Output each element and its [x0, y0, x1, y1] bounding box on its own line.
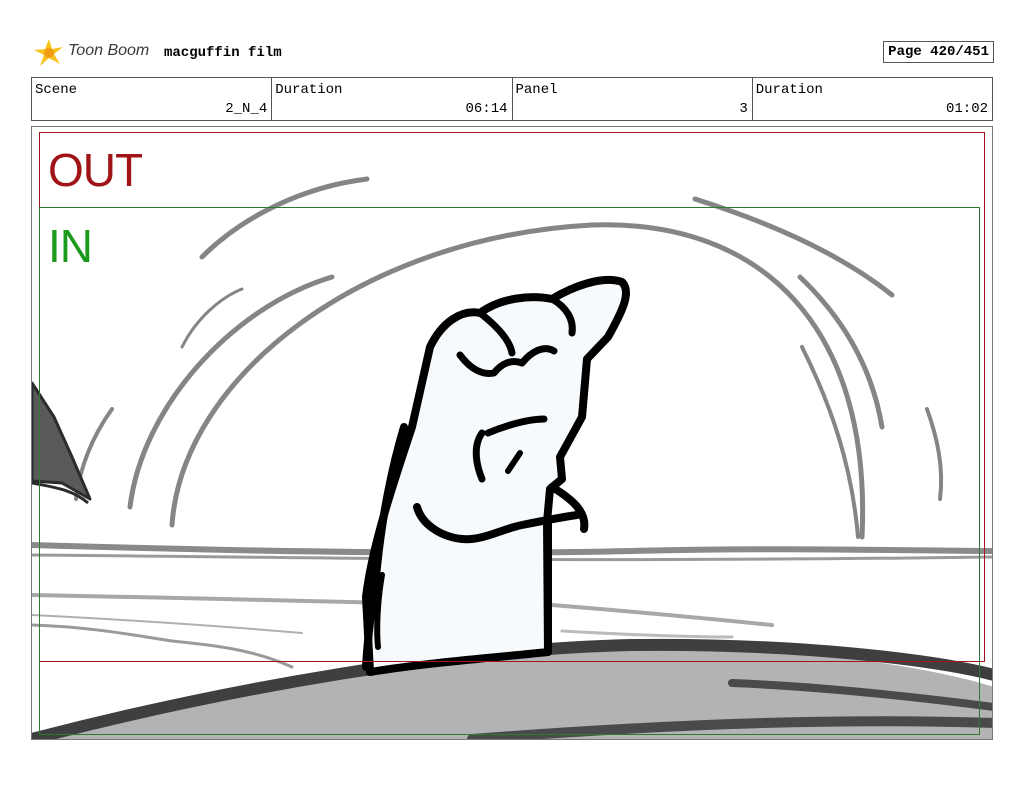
scene-label: Scene — [35, 82, 78, 98]
project-title: macguffin film — [164, 45, 282, 61]
logo-text: Toon Boom — [68, 42, 150, 59]
panel-cell: Panel 3 — [513, 78, 753, 120]
scene-cell: Scene 2_N_4 — [32, 78, 273, 120]
panel-duration-label: Duration — [755, 82, 823, 98]
out-label: OUT — [48, 144, 143, 196]
scene-duration-cell: Duration 06:14 — [272, 78, 513, 120]
shot-info-table: Scene 2_N_4 Duration 06:14 Panel 3 Durat… — [31, 77, 993, 121]
scene-duration-value: 06:14 — [465, 101, 508, 117]
panel-label: Panel — [515, 82, 558, 98]
storyboard-panel: OUT IN — [31, 126, 993, 740]
in-label: IN — [48, 220, 93, 272]
toon-boom-logo: Toon Boom — [32, 36, 162, 70]
panel-duration-value: 01:02 — [945, 101, 988, 117]
storyboard-header: Toon Boom macguffin film Page 420/451 — [32, 36, 994, 70]
scene-duration-label: Duration — [275, 82, 343, 98]
panel-value: 3 — [739, 101, 748, 117]
in-safe-frame — [39, 207, 980, 735]
page-number: Page 420/451 — [883, 41, 994, 63]
toon-boom-star-icon — [34, 39, 63, 66]
panel-duration-cell: Duration 01:02 — [753, 78, 992, 120]
scene-value: 2_N_4 — [225, 101, 268, 117]
